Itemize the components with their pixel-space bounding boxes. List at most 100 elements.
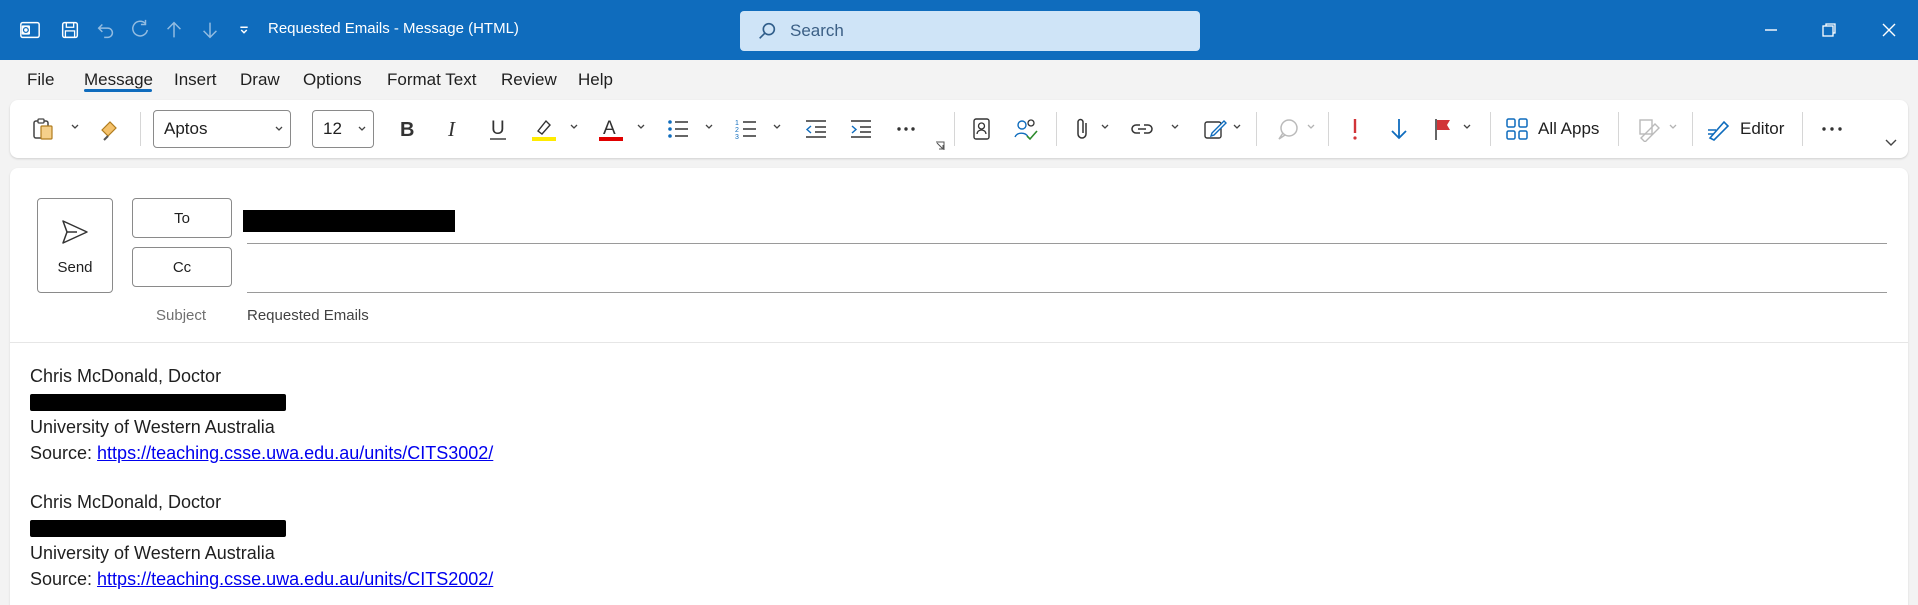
paste-button[interactable] xyxy=(28,112,58,146)
link-button[interactable] xyxy=(1125,112,1159,146)
attach-file-button[interactable] xyxy=(1068,112,1098,146)
attach-file-chevron-icon[interactable] xyxy=(1100,122,1110,132)
menu-message[interactable]: Message xyxy=(84,70,153,90)
font-color-button[interactable]: A xyxy=(594,112,626,146)
ribbon-expand-chevron-icon[interactable] xyxy=(1884,136,1898,150)
menu-format-text[interactable]: Format Text xyxy=(387,70,476,90)
bullets-chevron-icon[interactable] xyxy=(704,122,714,132)
to-button[interactable]: To xyxy=(132,198,232,238)
ribbon-separator xyxy=(954,112,955,146)
highlight-button[interactable] xyxy=(527,112,559,146)
decrease-indent-button[interactable] xyxy=(800,112,832,146)
editor-button[interactable]: Editor xyxy=(1706,112,1806,146)
paste-icon xyxy=(33,118,53,140)
next-item-icon[interactable] xyxy=(196,16,224,44)
underline-icon: U xyxy=(490,118,506,140)
link-chevron-icon[interactable] xyxy=(1170,122,1180,132)
bold-button[interactable]: B xyxy=(392,112,422,146)
menu-options[interactable]: Options xyxy=(303,70,362,90)
address-book-button[interactable] xyxy=(965,112,997,146)
body-redacted-line xyxy=(30,394,286,411)
menu-bar: File Message Insert Draw Options Format … xyxy=(0,60,1918,100)
previous-item-icon[interactable] xyxy=(160,16,188,44)
paste-options-chevron-icon[interactable] xyxy=(70,122,80,132)
address-book-icon xyxy=(973,118,990,140)
dialog-launcher-icon[interactable] xyxy=(934,140,946,152)
link-icon xyxy=(1131,124,1153,134)
body-redacted-line xyxy=(30,520,286,537)
source-label: Source: xyxy=(30,443,98,463)
menu-file[interactable]: File xyxy=(27,70,54,90)
sensitivity-button[interactable] xyxy=(1634,112,1666,146)
follow-up-button[interactable] xyxy=(1428,112,1458,146)
close-button[interactable] xyxy=(1872,14,1906,46)
restore-icon xyxy=(1822,23,1836,37)
numbering-button[interactable]: 123 xyxy=(730,112,762,146)
sensitivity-chevron-icon[interactable] xyxy=(1668,122,1678,132)
font-size-value: 12 xyxy=(323,119,342,138)
svg-text:3: 3 xyxy=(735,134,739,141)
body-source-line: Source: https://teaching.csse.uwa.edu.au… xyxy=(30,443,493,464)
all-apps-button[interactable]: All Apps xyxy=(1504,112,1614,146)
more-options-button[interactable] xyxy=(1816,112,1848,146)
bullets-icon xyxy=(668,120,688,138)
signature-chevron-icon[interactable] xyxy=(1232,122,1242,132)
increase-indent-button[interactable] xyxy=(845,112,877,146)
format-painter-button[interactable] xyxy=(94,112,124,146)
ribbon-separator xyxy=(1618,112,1619,146)
chevron-down-icon xyxy=(275,126,283,131)
bullets-button[interactable] xyxy=(662,112,694,146)
more-formatting-button[interactable] xyxy=(890,112,922,146)
follow-up-chevron-icon[interactable] xyxy=(1462,122,1472,132)
close-icon xyxy=(1882,23,1896,37)
search-placeholder: Search xyxy=(790,21,844,40)
ribbon-separator xyxy=(1692,112,1693,146)
arrow-down-icon xyxy=(1391,119,1407,140)
send-button[interactable]: Send xyxy=(37,198,113,293)
ribbon-separator xyxy=(1256,112,1257,146)
to-recipient-redacted[interactable] xyxy=(243,210,455,232)
outlook-app-icon xyxy=(16,16,44,44)
menu-insert[interactable]: Insert xyxy=(174,70,217,90)
body-name-line: Chris McDonald, Doctor xyxy=(30,492,222,512)
italic-button[interactable]: I xyxy=(438,112,468,146)
cc-field-underline[interactable] xyxy=(247,292,1887,293)
signature-button[interactable] xyxy=(1200,112,1230,146)
svg-text:U: U xyxy=(491,118,505,139)
font-color-chevron-icon[interactable] xyxy=(636,122,646,132)
low-importance-button[interactable] xyxy=(1384,112,1414,146)
source-link[interactable]: https://teaching.csse.uwa.edu.au/units/C… xyxy=(97,443,493,463)
font-name-select[interactable]: Aptos xyxy=(153,110,291,148)
undo-icon[interactable] xyxy=(92,16,120,44)
ribbon-separator xyxy=(1056,112,1057,146)
loop-component-button[interactable] xyxy=(1272,112,1304,146)
search-icon xyxy=(759,22,776,39)
compose-pane: Send To Cc Subject Requested Emails Chri… xyxy=(10,168,1908,605)
check-names-button[interactable] xyxy=(1010,112,1042,146)
chevron-down-icon xyxy=(358,126,366,131)
paperclip-icon xyxy=(1077,118,1087,139)
numbering-chevron-icon[interactable] xyxy=(772,122,782,132)
send-label: Send xyxy=(57,259,93,276)
search-box[interactable]: Search xyxy=(740,11,1200,51)
menu-review[interactable]: Review xyxy=(501,70,557,90)
increase-indent-icon xyxy=(851,120,871,138)
save-icon[interactable] xyxy=(56,16,84,44)
redo-icon[interactable] xyxy=(126,16,154,44)
header-divider xyxy=(10,342,1908,343)
high-importance-button[interactable] xyxy=(1340,112,1370,146)
highlight-color-chevron-icon[interactable] xyxy=(569,122,579,132)
menu-draw[interactable]: Draw xyxy=(240,70,280,90)
chat-bubble-icon xyxy=(1278,119,1298,140)
minimize-button[interactable] xyxy=(1754,14,1788,46)
loop-chevron-icon[interactable] xyxy=(1306,122,1316,132)
source-link[interactable]: https://teaching.csse.uwa.edu.au/units/C… xyxy=(97,569,493,589)
menu-help[interactable]: Help xyxy=(578,70,613,90)
subject-input[interactable]: Requested Emails xyxy=(247,307,369,324)
cc-button[interactable]: Cc xyxy=(132,247,232,287)
to-field-underline[interactable] xyxy=(247,243,1887,244)
customize-toolbar-icon[interactable] xyxy=(230,16,258,44)
underline-button[interactable]: U xyxy=(483,112,513,146)
font-size-select[interactable]: 12 xyxy=(312,110,374,148)
restore-button[interactable] xyxy=(1812,14,1846,46)
